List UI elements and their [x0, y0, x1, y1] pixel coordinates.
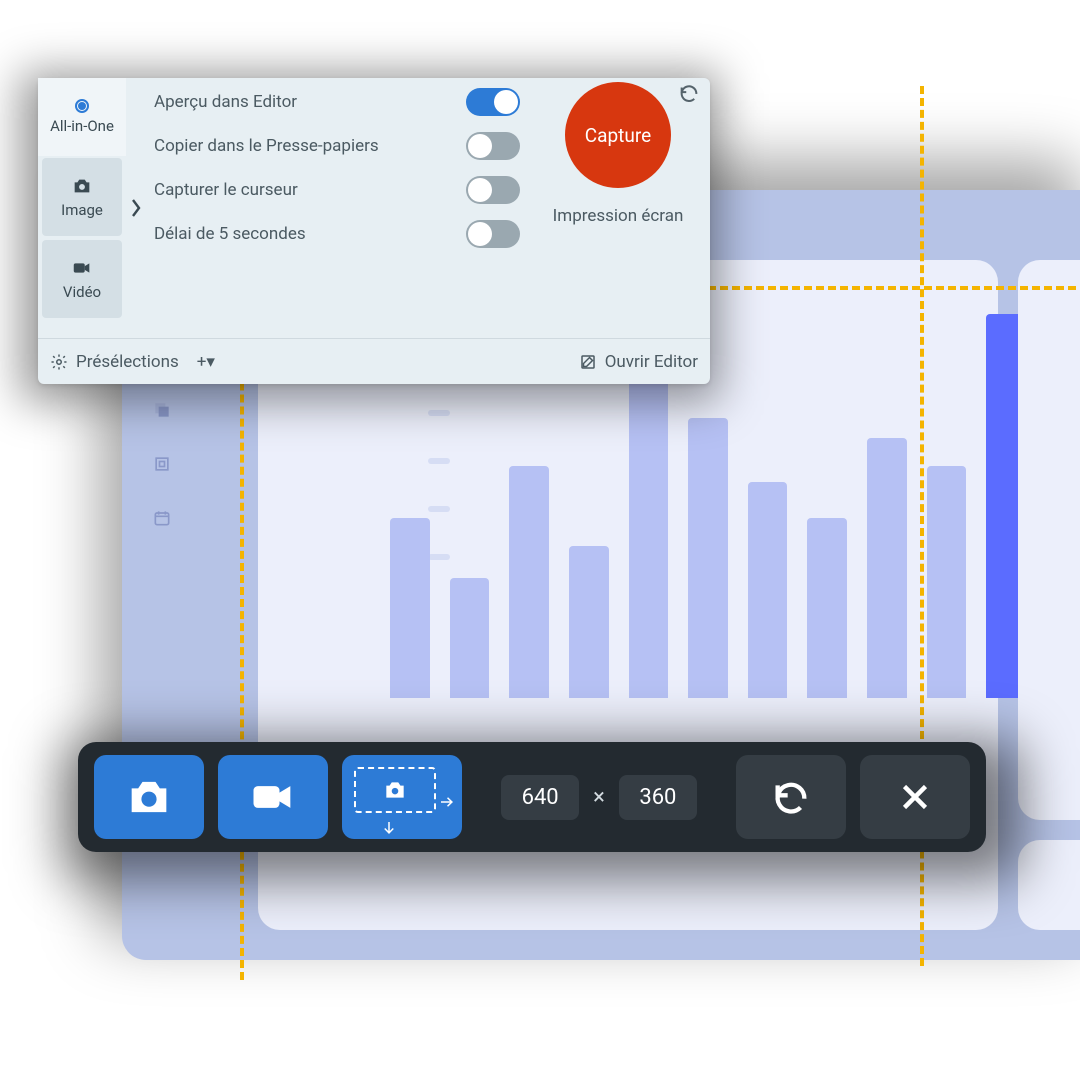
option-preview-label: Aperçu dans Editor — [154, 92, 297, 112]
arrow-down-icon — [380, 819, 398, 837]
toolbar-snapshot-button[interactable] — [94, 755, 204, 839]
square-icon — [152, 454, 172, 474]
toggle-preview[interactable] — [466, 88, 520, 116]
chart-bar — [927, 466, 967, 698]
arrow-right-icon — [438, 793, 456, 811]
mode-video[interactable]: Vidéo — [42, 240, 122, 318]
dimensions-display: 640 × 360 — [476, 775, 722, 820]
times-label: × — [593, 785, 605, 810]
side-card-small — [1018, 840, 1080, 930]
side-card — [1018, 260, 1080, 820]
mode-all-in-one[interactable]: All-in-One — [38, 78, 126, 156]
video-icon — [71, 257, 93, 279]
mode-label: Vidéo — [63, 283, 101, 301]
mode-label: All-in-One — [50, 117, 114, 135]
toggle-delay[interactable] — [466, 220, 520, 248]
toolbar-ratio-button[interactable] — [342, 755, 462, 839]
add-preset-dropdown[interactable]: +▾ — [197, 352, 215, 372]
chart-bar — [569, 546, 609, 698]
option-delay-label: Délai de 5 secondes — [154, 224, 306, 244]
height-input[interactable]: 360 — [619, 775, 697, 820]
camera-icon — [123, 771, 175, 823]
edit-icon — [579, 353, 597, 371]
capture-toolbar: 640 × 360 — [78, 742, 986, 852]
toolbar-record-button[interactable] — [218, 755, 328, 839]
chart-bar — [629, 370, 669, 698]
toolbar-close-button[interactable] — [860, 755, 970, 839]
radio-selected-icon — [75, 99, 89, 113]
width-input[interactable]: 640 — [501, 775, 579, 820]
chevron-right-icon — [126, 78, 146, 338]
chart-bar — [867, 438, 907, 698]
aspect-select-icon — [354, 767, 436, 813]
mode-image[interactable]: Image — [42, 158, 122, 236]
mode-list: All-in-One Image Vidéo — [38, 78, 126, 338]
option-clipboard-label: Copier dans le Presse-papiers — [154, 136, 379, 156]
close-icon — [897, 779, 933, 815]
copy-icon — [152, 400, 172, 420]
toggle-cursor[interactable] — [466, 176, 520, 204]
chart-bar — [509, 466, 549, 698]
mode-label: Image — [61, 201, 103, 219]
options-list: Aperçu dans Editor Copier dans le Presse… — [146, 78, 526, 338]
undo-icon[interactable] — [678, 82, 700, 104]
chart-bar — [748, 482, 788, 698]
open-editor-label: Ouvrir Editor — [605, 352, 698, 372]
gear-icon — [50, 353, 68, 371]
presets-label: Présélections — [76, 352, 179, 372]
chart-bar — [450, 578, 490, 698]
open-editor-button[interactable]: Ouvrir Editor — [579, 352, 698, 372]
option-cursor-label: Capturer le curseur — [154, 180, 298, 200]
video-icon — [247, 771, 299, 823]
chart-bar — [807, 518, 847, 698]
capture-panel: All-in-One Image Vidéo Aperçu dans Edito… — [38, 78, 710, 384]
chart-bar — [688, 418, 728, 698]
presets-button[interactable]: Présélections +▾ — [50, 352, 215, 372]
calendar-icon — [152, 508, 172, 528]
capture-button[interactable]: Capture — [565, 82, 671, 188]
undo-icon — [771, 777, 811, 817]
capture-hotkey-label: Impression écran — [553, 206, 684, 226]
chart-bar — [390, 518, 430, 698]
toggle-clipboard[interactable] — [466, 132, 520, 160]
camera-icon — [71, 175, 93, 197]
capture-button-label: Capture — [585, 124, 651, 147]
toolbar-reset-button[interactable] — [736, 755, 846, 839]
